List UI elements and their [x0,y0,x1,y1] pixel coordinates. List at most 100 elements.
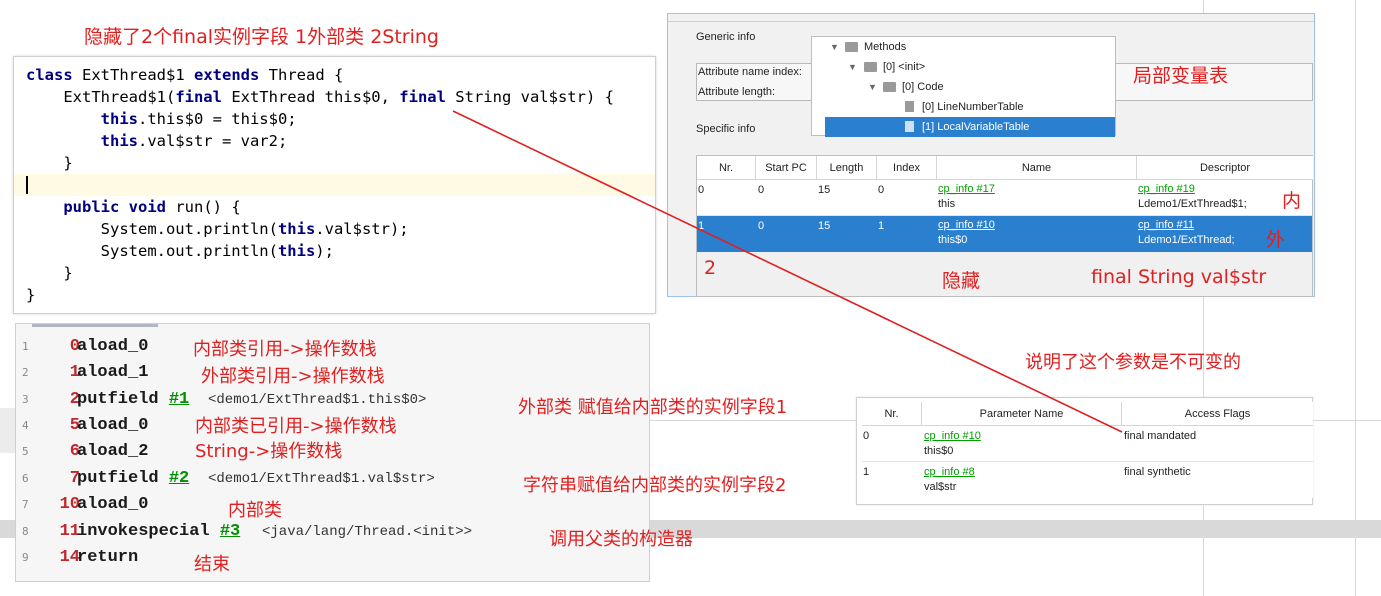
param-cp-link[interactable]: cp_info #10 [924,429,981,444]
descriptor-cp-link[interactable]: cp_info #19 [1138,182,1195,197]
generic-info-heading: Generic info [696,31,756,43]
inner-class-note: 内 [1282,190,1302,212]
nr-cell: 0 [863,430,870,442]
column-header[interactable]: Name [937,156,1137,180]
code-line: ExtThread$1(final ExtThread this$0, fina… [26,88,614,106]
header-divider [668,21,1314,22]
column-header[interactable]: Descriptor [1137,156,1313,180]
hidden-note: 隐藏 [942,270,981,292]
specific-info-heading: Specific info [696,123,756,135]
attribute-length-label: Attribute length: [698,86,776,98]
bytecode-instruction: invokespecial #3 [77,522,241,541]
line-number: 9 [22,551,29,564]
line-number: 1 [22,340,29,353]
file-icon [905,101,914,112]
code-line: System.out.println(this.val$str); [26,220,409,238]
attribute-tree[interactable]: ▼ Methods ▼ [0] <init> ▼ [0] Code [0] Li… [811,36,1116,137]
bytecode-comment: 内部类 [228,500,282,521]
constant-pool-link[interactable]: #2 [169,469,189,488]
code-line: System.out.println(this); [26,242,334,260]
code-line: this.val$str = var2; [100,132,288,150]
column-header[interactable]: Start PC [756,156,817,180]
folder-icon [883,82,896,92]
table-row[interactable]: 0 cp_info #10 this$0 final mandated [862,426,1313,462]
descriptor-cp-link[interactable]: cp_info #11 [1138,218,1194,233]
local-variable-table-note: 局部变量表 [1133,65,1229,87]
tree-node-local-variable-table[interactable]: [1] LocalVariableTable [825,117,1115,137]
column-header[interactable]: Parameter Name [922,402,1122,426]
column-header[interactable]: Length [817,156,877,180]
bytecode-instruction: aload_0 [77,337,149,356]
line-number: 4 [22,419,29,432]
column-header[interactable]: Index [877,156,937,180]
bytecode-offset: 14 [59,548,80,567]
chevron-down-icon[interactable]: ▼ [830,37,839,57]
bytecode-instruction: putfield #1 [77,390,190,409]
code-editor[interactable]: class ExtThread$1 extends Thread { ExtTh… [13,56,656,314]
bytecode-offset: 2 [69,390,80,409]
folder-icon [864,62,877,72]
start-pc-cell: 0 [758,220,765,232]
param-cp-link[interactable]: cp_info #8 [924,465,975,480]
name-cp-link[interactable]: cp_info #10 [938,218,995,233]
bytecode-instruction: aload_2 [77,442,149,461]
line-number: 3 [22,393,29,406]
bytecode-instruction: putfield #2 [77,469,190,488]
count-note: 2 [704,257,717,279]
bytecode-offset: 1 [69,363,80,382]
name-cell: this$0 [938,234,968,246]
start-pc-cell: 0 [758,184,765,196]
nr-cell: 0 [698,184,705,196]
bytecode-comment: <java/lang/Thread.<init>> [262,524,473,540]
tree-node-code[interactable]: ▼ [0] Code [812,77,1115,97]
bytecode-offset: 10 [59,495,80,514]
param-name-cell: this$0 [924,445,954,457]
bytecode-offset: 0 [69,337,80,356]
length-cell: 15 [818,184,831,196]
bytecode-comment: 外部类 赋值给内部类的实例字段1 [518,397,788,418]
descriptor-cell: Ldemo1/ExtThread; [1138,234,1235,246]
table-row-selected[interactable]: 1 0 15 1 cp_info #10 this$0 cp_info #11 … [697,216,1312,252]
hidden-fields-note: 隐藏了2个final实例字段 1外部类 2String [84,26,439,48]
bytecode-comment: String->操作数栈 [195,441,343,462]
column-header[interactable]: Nr. [862,402,922,426]
code-line: this.this$0 = this$0; [100,110,297,128]
bytecode-offset: 6 [69,442,80,461]
nr-cell: 1 [698,220,705,232]
bytecode-comment: 内部类引用->操作数栈 [193,339,377,360]
bytecode-comment: 调用父类的构造器 [549,529,693,550]
code-line: } [26,286,36,304]
constant-pool-link[interactable]: #1 [169,390,189,409]
column-header[interactable]: Access Flags [1122,402,1313,426]
bytecode-instruction: aload_0 [77,495,149,514]
length-cell: 15 [818,220,831,232]
tree-node-methods[interactable]: ▼ Methods [812,37,1115,57]
name-cp-link[interactable]: cp_info #17 [938,182,995,197]
table-row[interactable]: 0 0 15 0 cp_info #17 this cp_info #19 Ld… [697,180,1312,216]
tree-node-init[interactable]: ▼ [0] <init> [812,57,1115,77]
bg-divider [1355,0,1356,596]
bytecode-instruction: aload_0 [77,416,149,435]
chevron-down-icon[interactable]: ▼ [868,77,877,97]
text-caret [26,176,28,194]
index-cell: 0 [878,184,885,196]
method-parameters-table[interactable]: Nr. Parameter Name Access Flags 0 cp_inf… [862,402,1313,498]
nr-cell: 1 [863,466,870,478]
line-number: 5 [22,445,29,458]
panel-tab-indicator [32,324,158,327]
column-header[interactable]: Nr. [697,156,756,180]
tree-node-line-number-table[interactable]: [0] LineNumberTable [812,97,1115,117]
chevron-down-icon[interactable]: ▼ [848,57,857,77]
bytecode-offset: 11 [59,522,80,541]
bytecode-comment: 外部类引用->操作数栈 [201,366,385,387]
method-parameters-panel[interactable]: Nr. Parameter Name Access Flags 0 cp_inf… [856,397,1313,505]
file-icon [905,121,914,132]
access-flags-cell: final synthetic [1124,466,1191,478]
index-cell: 1 [878,220,885,232]
bytecode-offset: 7 [69,469,80,488]
table-row[interactable]: 1 cp_info #8 val$str final synthetic [862,462,1313,498]
descriptor-cell: Ldemo1/ExtThread$1; [1138,198,1247,210]
constant-pool-link[interactable]: #3 [220,522,240,541]
bytecode-instruction: aload_1 [77,363,149,382]
immutable-param-note: 说明了这个参数是不可变的 [1025,352,1241,373]
